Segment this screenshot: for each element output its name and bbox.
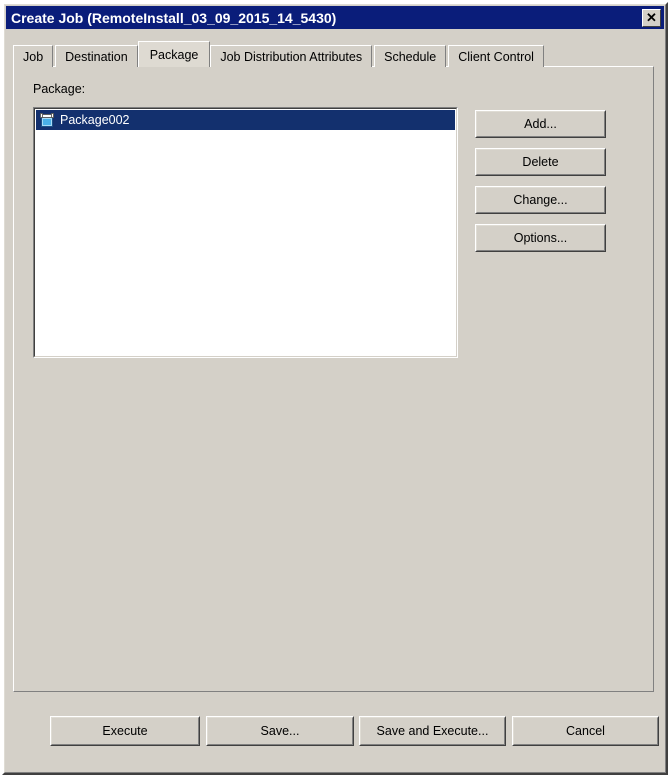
window-title: Create Job (RemoteInstall_03_09_2015_14_… [11, 9, 337, 26]
add-button-label: Add... [476, 111, 605, 137]
tab-destination[interactable]: Destination [55, 45, 138, 67]
delete-button[interactable]: Delete [475, 148, 606, 176]
tab-strip: Job Destination Package Job Distribution… [13, 41, 546, 67]
title-bar: Create Job (RemoteInstall_03_09_2015_14_… [6, 6, 664, 29]
tab-job[interactable]: Job [13, 45, 54, 67]
tab-job-distribution-attributes[interactable]: Job Distribution Attributes [210, 45, 373, 67]
execute-button[interactable]: Execute [50, 716, 200, 746]
tab-client-control[interactable]: Client Control [448, 45, 544, 67]
save-button[interactable]: Save... [206, 716, 354, 746]
options-button-label: Options... [476, 225, 605, 251]
change-button-label: Change... [476, 187, 605, 213]
list-item[interactable]: Package002 [36, 110, 455, 130]
cancel-button-label: Cancel [513, 717, 658, 745]
close-button[interactable]: ✕ [642, 8, 661, 27]
delete-button-label: Delete [476, 149, 605, 175]
save-and-execute-button[interactable]: Save and Execute... [359, 716, 506, 746]
execute-button-label: Execute [51, 717, 199, 745]
tab-schedule[interactable]: Schedule [374, 45, 447, 67]
add-button[interactable]: Add... [475, 110, 606, 138]
package-label: Package: [33, 82, 86, 96]
options-button[interactable]: Options... [475, 224, 606, 252]
cancel-button[interactable]: Cancel [512, 716, 659, 746]
package-listbox-inner: Package002 [34, 108, 457, 357]
package-box-icon [40, 113, 54, 127]
save-and-execute-button-label: Save and Execute... [360, 717, 505, 745]
save-button-label: Save... [207, 717, 353, 745]
tab-package[interactable]: Package [137, 41, 211, 67]
package-listbox[interactable]: Package002 [33, 107, 458, 358]
list-item-label: Package002 [60, 113, 130, 127]
close-icon: ✕ [646, 10, 657, 25]
change-button[interactable]: Change... [475, 186, 606, 214]
